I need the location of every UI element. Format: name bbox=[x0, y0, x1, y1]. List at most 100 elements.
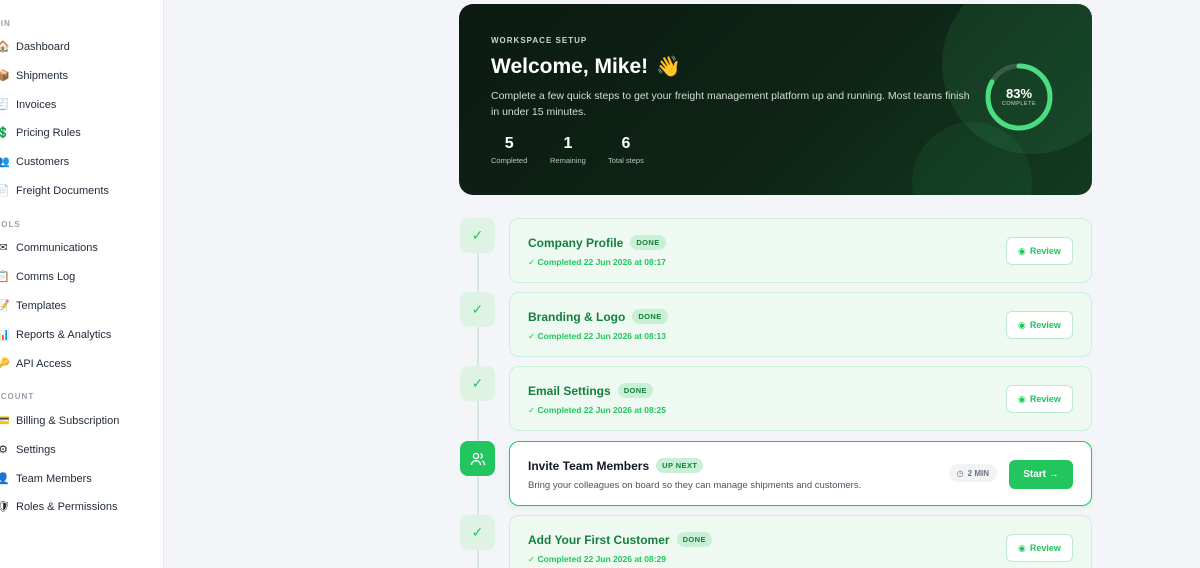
sidebar-item-label: Invoices bbox=[16, 99, 57, 111]
sidebar-item-pricing-rules[interactable]: 💲 Pricing Rules bbox=[0, 122, 81, 144]
gear-icon: ⚙ bbox=[0, 443, 10, 457]
progress-ring-text: 83% COMPLETE bbox=[983, 61, 1055, 133]
step-title: Branding & Logo DONE bbox=[528, 309, 668, 324]
sidebar: AIN 🏠 Dashboard 📦 Shipments 🧾 Invoices 💲… bbox=[0, 0, 164, 568]
chart-icon: 📊 bbox=[0, 328, 10, 342]
step-title: Email Settings DONE bbox=[528, 383, 653, 398]
sidebar-item-settings[interactable]: ⚙ Settings bbox=[0, 439, 56, 461]
sidebar-item-freight-documents[interactable]: 📄 Freight Documents bbox=[0, 180, 109, 202]
step-title: Invite Team Members UP NEXT bbox=[528, 458, 704, 473]
sidebar-item-comms-log[interactable]: 📋 Comms Log bbox=[0, 266, 75, 288]
step-status-node: ✓ bbox=[460, 218, 495, 253]
sidebar-item-label: Communications bbox=[16, 242, 98, 254]
eye-icon: ◉ bbox=[1018, 245, 1026, 256]
check-icon: ✓ bbox=[471, 227, 484, 243]
eye-icon: ◉ bbox=[1018, 393, 1026, 404]
review-button[interactable]: ◉ Review bbox=[1006, 534, 1073, 562]
sidebar-item-label: Roles & Permissions bbox=[16, 501, 118, 513]
sidebar-item-templates[interactable]: 📝 Templates bbox=[0, 295, 66, 317]
sidebar-item-dashboard[interactable]: 🏠 Dashboard bbox=[0, 36, 70, 58]
sidebar-item-label: API Access bbox=[16, 358, 72, 370]
credit-card-icon: 💳 bbox=[0, 414, 10, 428]
step-status-node: ✓ bbox=[460, 292, 495, 327]
review-button-label: Review bbox=[1029, 394, 1061, 404]
sidebar-item-label: Team Members bbox=[16, 473, 92, 485]
review-button[interactable]: ◉ Review bbox=[1006, 237, 1073, 265]
start-button[interactable]: Start → bbox=[1009, 460, 1073, 489]
shield-icon: 🛡 bbox=[0, 500, 10, 514]
clock-icon: ◷ bbox=[956, 468, 964, 478]
sidebar-item-label: Comms Log bbox=[16, 271, 76, 283]
review-button-label: Review bbox=[1029, 543, 1061, 553]
section-label-main: AIN bbox=[0, 19, 11, 28]
stat-value: 5 bbox=[504, 135, 514, 152]
sidebar-item-api-access[interactable]: 🔑 API Access bbox=[0, 353, 72, 375]
check-icon: ✓ bbox=[471, 375, 484, 391]
stat-label: Completed bbox=[491, 156, 528, 165]
hero-eyebrow: WORKSPACE SETUP bbox=[491, 36, 588, 45]
step-subtitle: ✓ Completed 22 Jun 2026 at 08:17 bbox=[528, 257, 666, 267]
sidebar-item-label: Customers bbox=[16, 156, 70, 168]
step-title-text: Invite Team Members bbox=[528, 458, 650, 473]
check-icon: ✓ bbox=[471, 524, 484, 540]
status-badge: DONE bbox=[630, 235, 666, 250]
step-subtitle: ✓ Completed 22 Jun 2026 at 08:29 bbox=[528, 554, 666, 564]
user-icon: 👤 bbox=[0, 472, 10, 486]
step-card-invite-team-members: Invite Team Members UP NEXT Bring your c… bbox=[509, 441, 1092, 506]
step-subtitle: ✓ Completed 22 Jun 2026 at 08:13 bbox=[528, 331, 666, 341]
users-icon: 👥 bbox=[0, 155, 10, 169]
step-card-email-settings: Email Settings DONE ✓ Completed 22 Jun 2… bbox=[509, 366, 1092, 431]
key-icon: 🔑 bbox=[0, 357, 10, 371]
hero-title-text: Welcome, Mike! bbox=[491, 54, 649, 78]
sidebar-item-label: Dashboard bbox=[16, 41, 70, 53]
review-button[interactable]: ◉ Review bbox=[1006, 385, 1073, 413]
time-estimate: ◷ 2 MIN bbox=[948, 464, 997, 482]
users-icon bbox=[470, 452, 485, 465]
step-status-node-active bbox=[460, 441, 495, 476]
time-estimate-text: 2 MIN bbox=[967, 468, 989, 478]
sidebar-item-communications[interactable]: ✉ Communications bbox=[0, 237, 98, 259]
status-badge: DONE bbox=[676, 532, 712, 547]
progress-label: COMPLETE bbox=[1001, 101, 1037, 107]
step-status-node: ✓ bbox=[460, 515, 495, 550]
sidebar-item-shipments[interactable]: 📦 Shipments bbox=[0, 65, 68, 87]
sidebar-item-team-members[interactable]: 👤 Team Members bbox=[0, 468, 92, 490]
home-icon: 🏠 bbox=[0, 40, 10, 54]
step-title-text: Email Settings bbox=[528, 383, 611, 398]
sidebar-item-reports-analytics[interactable]: 📊 Reports & Analytics bbox=[0, 324, 111, 346]
stat-label: Total steps bbox=[608, 156, 644, 165]
review-button[interactable]: ◉ Review bbox=[1006, 311, 1073, 339]
eye-icon: ◉ bbox=[1018, 542, 1026, 553]
stat-completed: 5 Completed bbox=[491, 134, 527, 165]
check-icon: ✓ bbox=[471, 301, 484, 317]
step-title: Company Profile DONE bbox=[528, 235, 666, 250]
eye-icon: ◉ bbox=[1018, 319, 1026, 330]
status-badge: UP NEXT bbox=[656, 458, 704, 473]
sidebar-item-label: Settings bbox=[16, 444, 56, 456]
clipboard-icon: 📋 bbox=[0, 270, 10, 284]
step-title-text: Add Your First Customer bbox=[528, 532, 670, 547]
package-icon: 📦 bbox=[0, 69, 10, 83]
sidebar-item-billing[interactable]: 💳 Billing & Subscription bbox=[0, 410, 119, 432]
sidebar-item-roles-permissions[interactable]: 🛡 Roles & Permissions bbox=[0, 496, 117, 518]
step-status-node: ✓ bbox=[460, 366, 495, 401]
review-button-label: Review bbox=[1029, 320, 1061, 330]
sidebar-item-invoices[interactable]: 🧾 Invoices bbox=[0, 94, 56, 116]
stat-label: Remaining bbox=[550, 156, 586, 165]
step-description: Bring your colleagues on board so they c… bbox=[528, 480, 862, 491]
status-badge: DONE bbox=[617, 383, 653, 398]
stat-remaining: 1 Remaining bbox=[550, 134, 586, 165]
sidebar-item-label: Reports & Analytics bbox=[16, 329, 112, 341]
section-label-tools: OOLS bbox=[0, 220, 21, 229]
stat-value: 6 bbox=[621, 135, 631, 152]
stat-total: 6 Total steps bbox=[608, 134, 644, 165]
step-card-add-first-customer: Add Your First Customer DONE ✓ Completed… bbox=[509, 515, 1092, 568]
status-badge: DONE bbox=[632, 309, 668, 324]
sidebar-item-customers[interactable]: 👥 Customers bbox=[0, 151, 69, 173]
mail-icon: ✉ bbox=[0, 241, 10, 255]
sidebar-item-label: Freight Documents bbox=[16, 185, 109, 197]
hero-description: Complete a few quick steps to get your f… bbox=[491, 90, 970, 118]
dollar-icon: 💲 bbox=[0, 126, 10, 140]
step-card-branding-logo: Branding & Logo DONE ✓ Completed 22 Jun … bbox=[509, 292, 1092, 357]
step-subtitle: ✓ Completed 22 Jun 2026 at 08:25 bbox=[528, 405, 666, 415]
